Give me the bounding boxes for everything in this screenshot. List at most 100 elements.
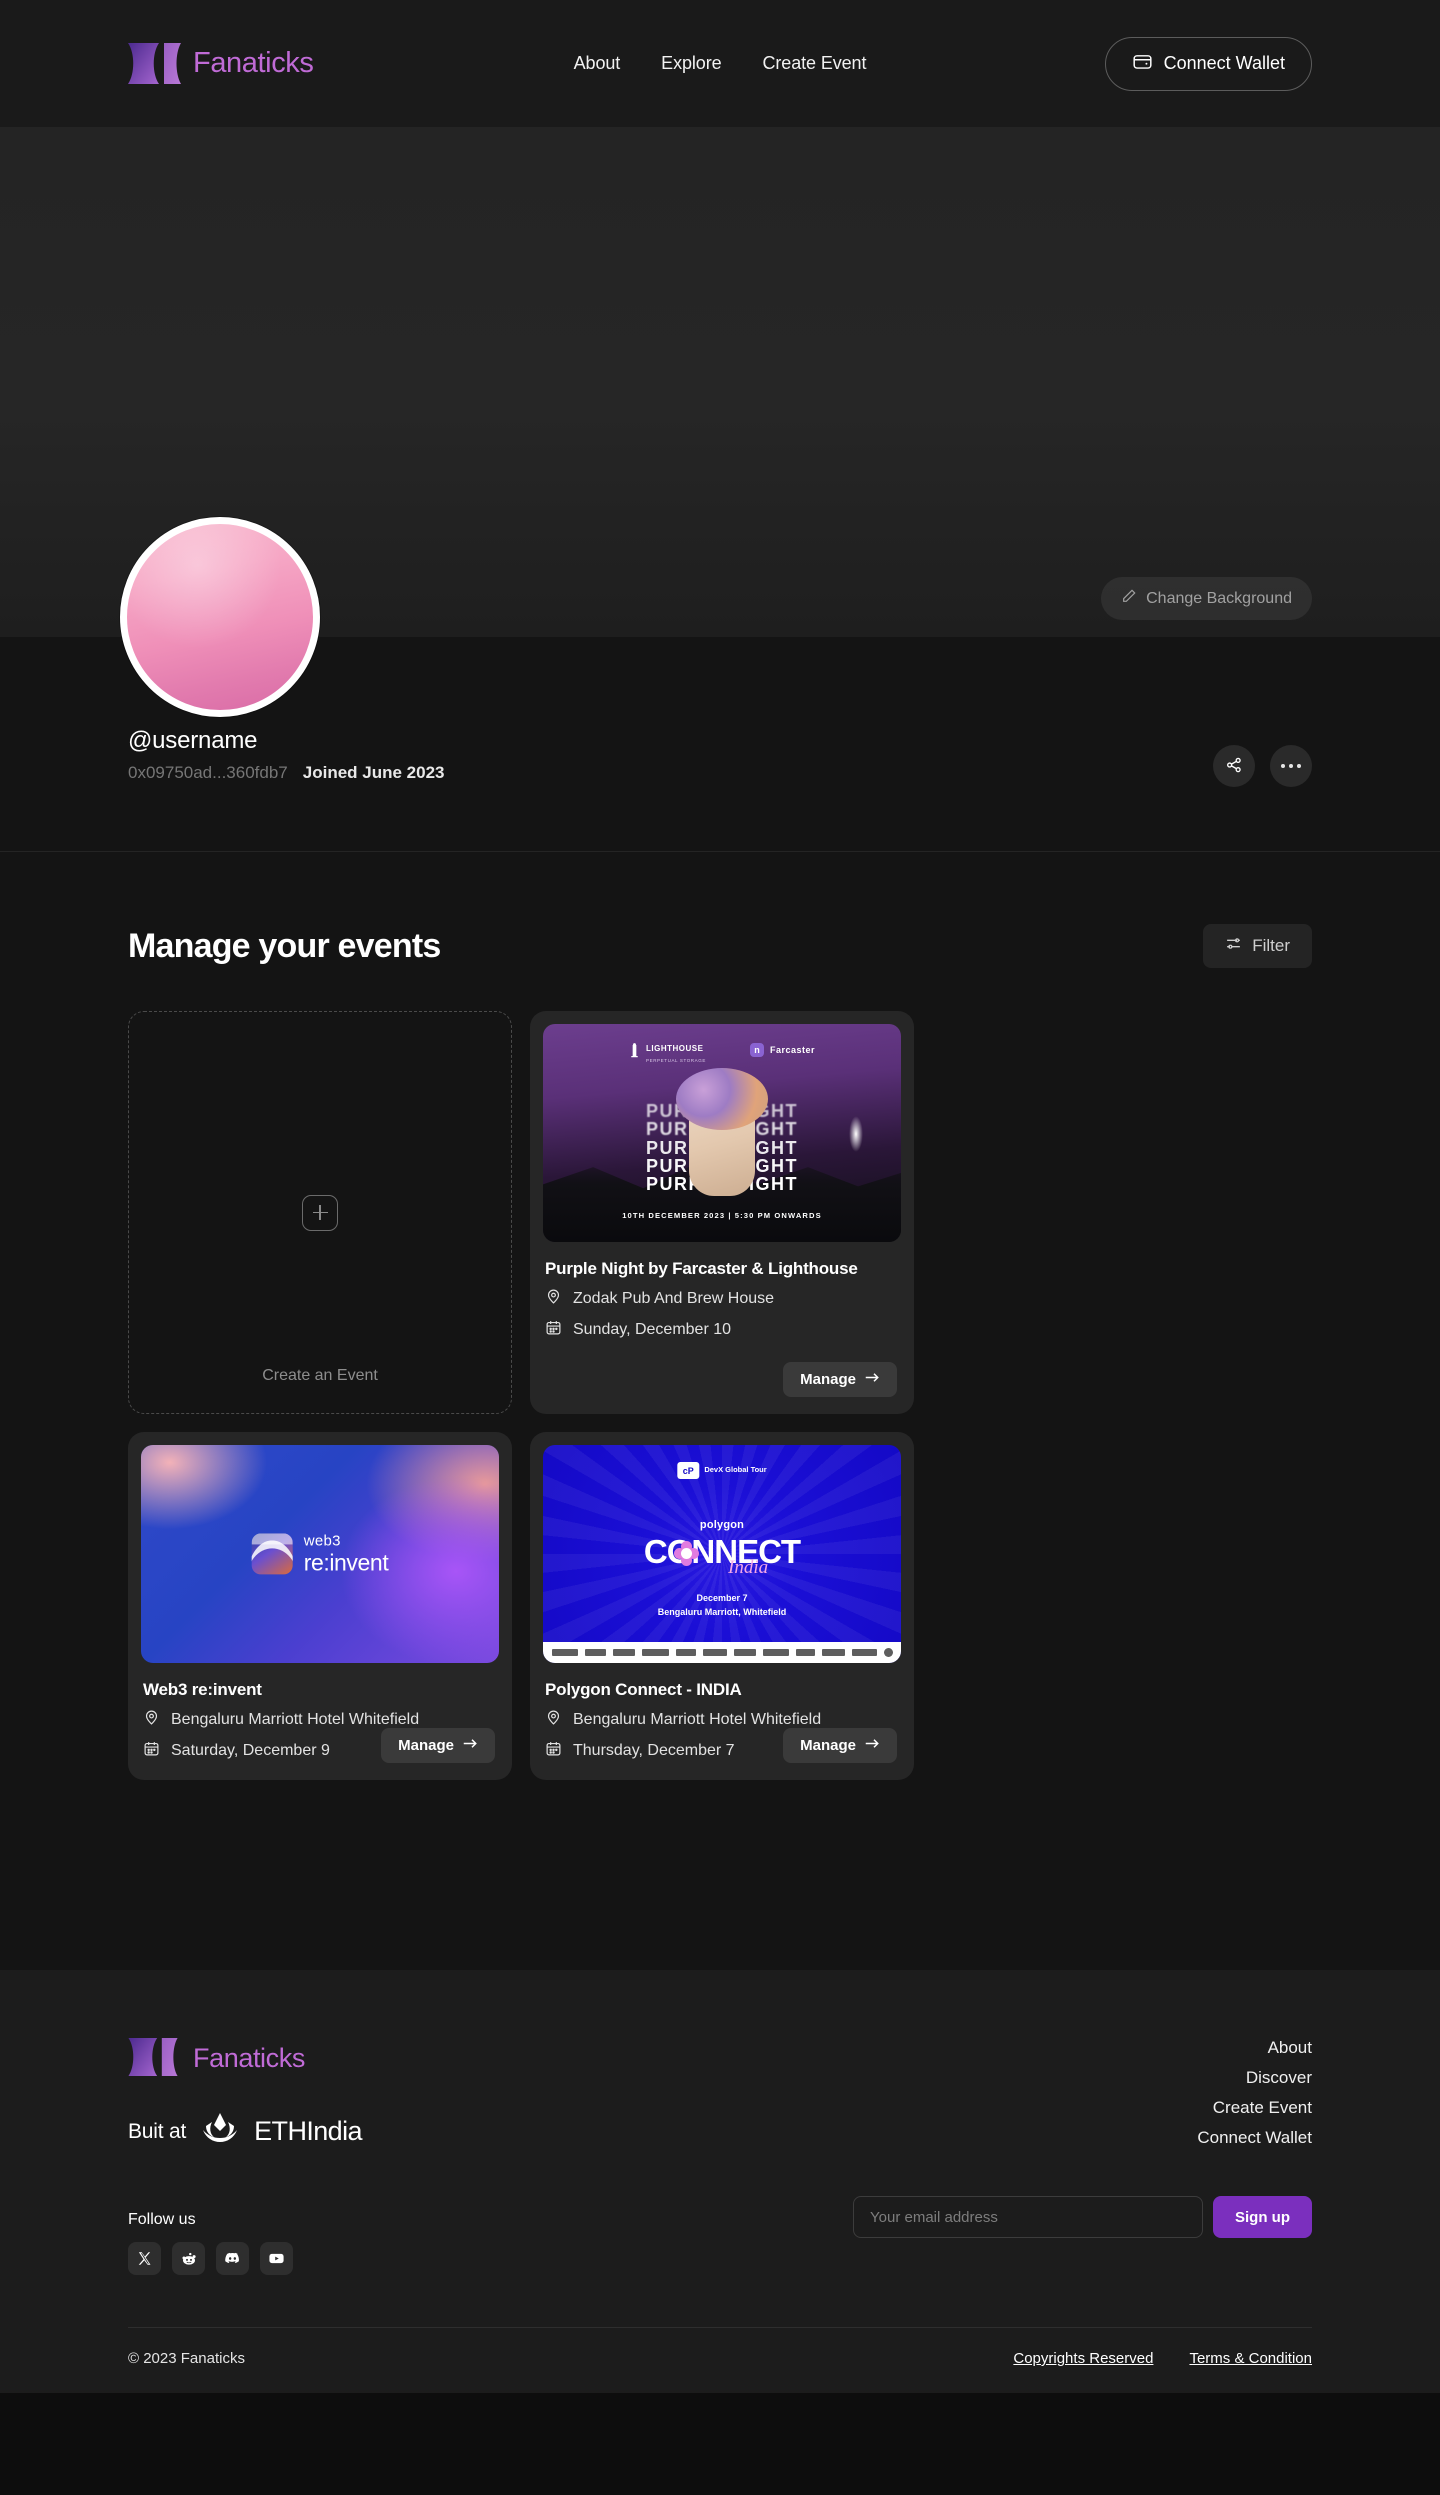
create-event-card[interactable]: Create an Event <box>128 1011 512 1414</box>
legal-links: Copyrights Reserved Terms & Condition <box>1013 2350 1312 2367</box>
footer-link-discover[interactable]: Discover <box>1246 2068 1312 2088</box>
create-event-label: Create an Event <box>262 1367 378 1384</box>
x-twitter-icon[interactable] <box>128 2242 161 2275</box>
ticket-logo-icon <box>128 43 181 84</box>
built-at-row: Buit at ETHIndia <box>128 2112 362 2151</box>
poster-poly-venue: Bengaluru Marriott, Whitefield <box>657 1606 787 1617</box>
poster-web3-line2: re:invent <box>303 1549 389 1576</box>
location-pin-icon <box>143 1709 160 1731</box>
profile-wallet-address[interactable]: 0x09750ad...360fdb7 <box>128 763 288 783</box>
youtube-icon[interactable] <box>260 2242 293 2275</box>
ellipsis-icon <box>1280 763 1302 769</box>
footer-link-about[interactable]: About <box>1268 2038 1312 2058</box>
main-content: Manage your events Filter Create an Even… <box>0 852 1440 1970</box>
social-links <box>128 2242 362 2275</box>
poster-connect-headline: CONNECT <box>643 1533 801 1570</box>
event-card[interactable]: cP DevX Global Tour polygon CONNECT Indi… <box>530 1432 914 1780</box>
change-background-button[interactable]: Change Background <box>1101 577 1312 620</box>
footer-link-create-event[interactable]: Create Event <box>1213 2098 1312 2118</box>
manage-label: Manage <box>800 1737 856 1754</box>
built-at-label: Buit at <box>128 2119 187 2143</box>
manage-event-button[interactable]: Manage <box>783 1728 897 1763</box>
nav-item-about[interactable]: About <box>574 53 621 74</box>
footer-right: About Discover Create Event Connect Wall… <box>853 2038 1312 2275</box>
footer-logo[interactable]: Fanaticks <box>128 2038 362 2079</box>
poster-polygon-brand: polygon <box>699 1519 745 1531</box>
footer-left: Fanaticks Buit at ETHIndia Follow us <box>128 2038 362 2275</box>
ticket-logo-icon <box>128 2038 181 2079</box>
event-title: Polygon Connect - INDIA <box>545 1680 742 1699</box>
poster-web3-line1: web3 <box>303 1532 341 1550</box>
nav-item-explore[interactable]: Explore <box>661 53 721 74</box>
footer-link-connect-wallet[interactable]: Connect Wallet <box>1197 2128 1312 2148</box>
arrow-right-icon <box>463 1737 478 1754</box>
poster-brand-farcaster: n Farcaster <box>749 1043 815 1058</box>
location-pin-icon <box>545 1288 562 1310</box>
primary-nav: About Explore Create Event <box>574 53 867 74</box>
nav-item-create-event[interactable]: Create Event <box>763 53 867 74</box>
section-header: Manage your events Filter <box>128 852 1312 968</box>
poster-meta: December 7 Bengaluru Marriott, Whitefiel… <box>543 1592 901 1619</box>
copyright-text: © 2023 Fanaticks <box>128 2350 245 2367</box>
connect-wallet-button[interactable]: Connect Wallet <box>1104 36 1312 91</box>
event-title: Web3 re:invent <box>143 1680 262 1699</box>
legal-link-terms[interactable]: Terms & Condition <box>1189 2350 1312 2367</box>
event-poster: LIGHTHOUSE PERPETUAL STORAGE n Farcaster… <box>543 1024 901 1242</box>
footer-logo-text: Fanaticks <box>193 2043 305 2073</box>
calendar-icon <box>545 1319 562 1341</box>
poster-lighthouse-name: LIGHTHOUSE <box>646 1044 704 1053</box>
filter-icon <box>1225 935 1242 957</box>
event-venue: Zodak Pub And Brew House <box>573 1290 775 1307</box>
signup-button[interactable]: Sign up <box>1213 2196 1312 2238</box>
arrow-right-icon <box>865 1371 880 1388</box>
profile-section: @username 0x09750ad...360fdb7 Joined Jun… <box>0 517 1440 852</box>
profile-info: @username 0x09750ad...360fdb7 Joined Jun… <box>128 727 445 783</box>
poster-date-text: 10TH DECEMBER 2023 | 5:30 PM ONWARDS <box>622 1211 822 1220</box>
footer-bottom-bar: © 2023 Fanaticks Copyrights Reserved Ter… <box>128 2328 1312 2393</box>
poster-flower-icon <box>674 1541 699 1566</box>
event-card[interactable]: LIGHTHOUSE PERPETUAL STORAGE n Farcaster… <box>530 1011 914 1414</box>
event-date: Sunday, December 10 <box>573 1321 732 1338</box>
poster-lighthouse-sub: PERPETUAL STORAGE <box>646 1057 706 1063</box>
follow-us-label: Follow us <box>128 2211 196 2228</box>
event-date-row: Sunday, December 10 <box>545 1319 899 1341</box>
page-title: Manage your events <box>128 926 441 965</box>
event-card[interactable]: web3 re:invent Web3 re:invent Bengaluru … <box>128 1432 512 1780</box>
email-input[interactable] <box>853 2196 1203 2238</box>
share-button[interactable] <box>1213 745 1255 787</box>
event-venue: Bengaluru Marriott Hotel Whitefield <box>573 1711 822 1728</box>
profile-actions <box>1213 745 1312 787</box>
event-venue-row: Zodak Pub And Brew House <box>545 1288 899 1310</box>
more-options-button[interactable] <box>1270 745 1312 787</box>
event-venue: Bengaluru Marriott Hotel Whitefield <box>171 1711 420 1728</box>
events-grid: Create an Event LIGHTHOUSE PERPETUAL STO… <box>128 1011 1312 1780</box>
manage-event-button[interactable]: Manage <box>381 1728 495 1763</box>
newsletter-form: Sign up <box>853 2196 1312 2238</box>
wallet-icon <box>1132 51 1153 77</box>
share-icon <box>1225 756 1243 777</box>
poster-web3-mark-icon <box>251 1533 293 1575</box>
change-background-label: Change Background <box>1146 589 1292 607</box>
ethindia-name: ETHIndia <box>254 2116 362 2146</box>
event-poster: cP DevX Global Tour polygon CONNECT Indi… <box>543 1445 901 1663</box>
logo[interactable]: Fanaticks <box>128 43 314 84</box>
legal-link-copyrights[interactable]: Copyrights Reserved <box>1013 2350 1153 2367</box>
arrow-right-icon <box>865 1737 880 1754</box>
plus-icon <box>302 1194 338 1231</box>
manage-event-button[interactable]: Manage <box>783 1362 897 1397</box>
filter-button[interactable]: Filter <box>1203 924 1312 968</box>
poster-devx-text: DevX Global Tour <box>704 1465 767 1475</box>
poster-sponsor-strip <box>543 1642 901 1663</box>
poster-india-script: India <box>728 1557 769 1578</box>
site-footer: Fanaticks Buit at ETHIndia Follow us Abo… <box>0 1970 1440 2393</box>
calendar-icon <box>545 1740 562 1762</box>
footer-links: About Discover Create Event Connect Wall… <box>1197 2038 1312 2148</box>
profile-username: @username <box>128 727 258 754</box>
avatar[interactable] <box>120 517 320 717</box>
discord-icon[interactable] <box>216 2242 249 2275</box>
reddit-icon[interactable] <box>172 2242 205 2275</box>
connect-wallet-label: Connect Wallet <box>1163 53 1285 73</box>
event-date: Saturday, December 9 <box>171 1742 330 1759</box>
logo-text: Fanaticks <box>193 47 314 79</box>
poster-brand-lighthouse: LIGHTHOUSE PERPETUAL STORAGE <box>629 1038 706 1063</box>
